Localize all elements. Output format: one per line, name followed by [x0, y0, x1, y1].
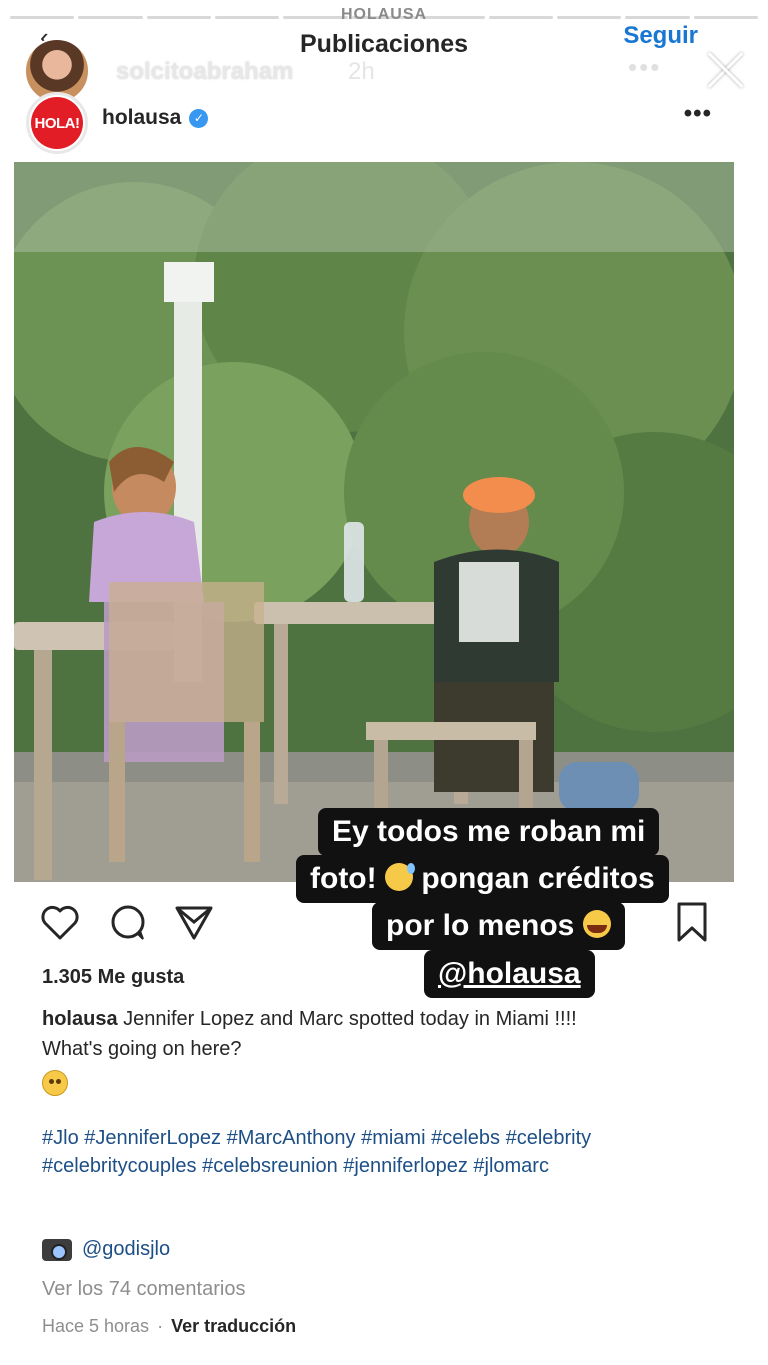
post-meta: Hace 5 horas · Ver traducción: [42, 1316, 296, 1337]
thinking-emoji-icon: [42, 1070, 68, 1096]
translate-link[interactable]: Ver traducción: [171, 1316, 296, 1337]
story-username[interactable]: solcitoabraham: [116, 58, 293, 86]
laughing-emoji-icon: [582, 910, 611, 938]
caption-username[interactable]: holausa: [42, 1008, 118, 1030]
save-bookmark-icon[interactable]: [670, 900, 714, 944]
story-time: 2h: [348, 58, 375, 85]
story-header: HOLAUSA ‹ Publicaciones Seguir solcitoab…: [0, 0, 768, 160]
post-timestamp: Hace 5 horas: [42, 1316, 150, 1336]
sticker-line-2b: pongan créditos: [421, 862, 655, 895]
credit-mention[interactable]: @godisjlo: [82, 1238, 170, 1261]
post-username-row[interactable]: holausa ✓: [102, 106, 209, 130]
caption-text-line2: What's going on here?: [42, 1038, 242, 1060]
sweat-smile-emoji-icon: [384, 863, 415, 891]
sticker-line-2a: foto!: [310, 862, 377, 895]
sticker-line-2: foto! pongan créditos: [296, 855, 669, 903]
view-comments-link[interactable]: Ver los 74 comentarios: [42, 1278, 245, 1301]
like-heart-icon[interactable]: [38, 900, 82, 944]
likes-count[interactable]: 1.305 Me gusta: [42, 966, 184, 989]
post-caption: holausa Jennifer Lopez and Marc spotted …: [42, 1004, 722, 1105]
post-photo[interactable]: [14, 162, 734, 882]
sticker-mention-text[interactable]: @holausa: [438, 957, 581, 990]
post-photo-illustration: [14, 162, 734, 882]
post-hashtags[interactable]: #Jlo #JenniferLopez #MarcAnthony #miami …: [42, 1124, 722, 1180]
comment-icon[interactable]: [106, 900, 150, 944]
post-more-icon[interactable]: •••: [684, 100, 712, 128]
follow-button[interactable]: Seguir: [623, 22, 698, 50]
sticker-line-3-text: por lo menos: [386, 909, 575, 942]
post-avatar[interactable]: HOLA!: [26, 92, 88, 154]
sticker-mention[interactable]: @holausa: [424, 950, 595, 998]
verified-badge-icon: ✓: [189, 108, 209, 128]
sticker-line-3: por lo menos: [372, 902, 625, 950]
photo-credit: @godisjlo: [42, 1238, 170, 1261]
hola-logo: HOLA!: [31, 97, 83, 149]
sticker-line-1: Ey todos me roban mi: [318, 808, 660, 856]
post-username[interactable]: holausa: [102, 106, 181, 130]
share-send-icon[interactable]: [172, 900, 216, 944]
meta-separator: ·: [157, 1316, 164, 1336]
camera-emoji-icon: [42, 1238, 72, 1261]
caption-text: Jennifer Lopez and Marc spotted today in…: [123, 1008, 577, 1030]
story-more-icon[interactable]: •••: [628, 52, 661, 83]
close-icon[interactable]: [704, 48, 748, 92]
